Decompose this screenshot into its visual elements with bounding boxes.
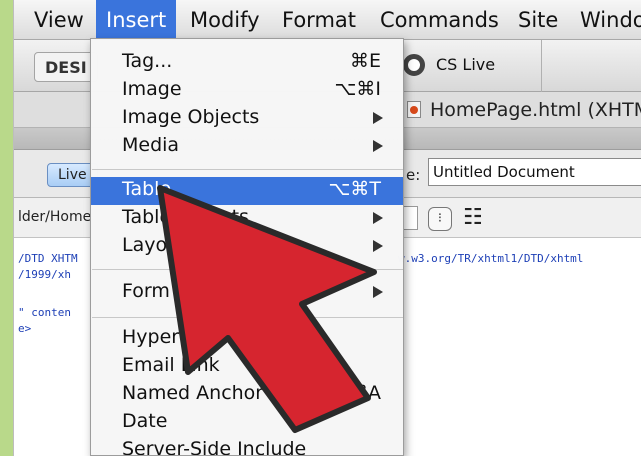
menu-item-label: Tag... xyxy=(122,50,173,72)
menu-window[interactable]: Windo xyxy=(570,0,641,40)
menu-insert[interactable]: Insert xyxy=(96,0,177,40)
menu-commands[interactable]: Commands xyxy=(370,0,509,40)
view-options-icon[interactable]: ☷ xyxy=(463,204,483,232)
menu-format[interactable]: Format xyxy=(272,0,366,40)
menu-item-label: Server-Side Include xyxy=(122,438,307,456)
menu-item-label: Email Link xyxy=(122,354,220,376)
code-line: /DTD XHTM xyxy=(18,252,78,265)
menu-item-layout-objects[interactable]: Layout Objects xyxy=(91,233,403,261)
menu-item-shortcut: ⌥⌘A xyxy=(327,382,381,404)
insert-menu-dropdown: Tag... ⌘E Image ⌥⌘I Image Objects Media … xyxy=(90,38,404,456)
menu-item-named-anchor[interactable]: Named Anchor ⌥⌘A xyxy=(91,381,403,409)
menu-item-label: Hyperlink xyxy=(122,326,213,348)
menu-item-form[interactable]: Form xyxy=(91,279,403,307)
menu-view[interactable]: View xyxy=(24,0,94,40)
menu-site[interactable]: Site xyxy=(508,0,568,40)
menu-item-label: Layout Objects xyxy=(122,234,265,256)
menu-separator xyxy=(92,317,403,318)
menu-item-email-link[interactable]: Email Link xyxy=(91,353,403,381)
document-tab[interactable]: HomePage.html (XHTM xyxy=(430,99,641,121)
window-edge xyxy=(0,0,13,456)
menu-item-shortcut: ⌥⌘T xyxy=(328,178,381,200)
submenu-arrow-icon xyxy=(373,140,383,152)
code-line: w.w3.org/TR/xhtml1/DTD/xhtml xyxy=(398,252,584,265)
submenu-arrow-icon xyxy=(373,240,383,252)
submenu-arrow-icon xyxy=(373,286,383,298)
menu-item-label: Table xyxy=(122,178,172,200)
submenu-arrow-icon xyxy=(373,212,383,224)
menu-item-date[interactable]: Date xyxy=(91,409,403,437)
address-field[interactable] xyxy=(404,206,418,230)
menu-item-hyperlink[interactable]: Hyperlink xyxy=(91,325,403,353)
menu-item-label: Form xyxy=(122,280,170,302)
address-path[interactable]: lder/Home xyxy=(18,209,91,225)
menu-item-image-objects[interactable]: Image Objects xyxy=(91,105,403,133)
menu-item-shortcut: ⌘E xyxy=(349,50,381,72)
cs-live-label[interactable]: CS Live xyxy=(436,55,495,74)
toolbar-divider xyxy=(541,40,542,92)
menu-item-table-objects[interactable]: Table Objects xyxy=(91,205,403,233)
menu-modify[interactable]: Modify xyxy=(180,0,270,40)
menu-item-label: Date xyxy=(122,410,168,432)
code-line: " conten xyxy=(18,306,71,319)
menu-bar: View Insert Modify Format Commands Site … xyxy=(14,0,641,40)
menu-item-table[interactable]: Table ⌥⌘T xyxy=(91,177,403,205)
submenu-arrow-icon xyxy=(373,112,383,124)
menu-item-tag[interactable]: Tag... ⌘E xyxy=(91,49,403,77)
menu-item-media[interactable]: Media xyxy=(91,133,403,161)
title-label: e: xyxy=(406,166,421,184)
code-line: e> xyxy=(18,322,32,335)
menu-item-server-side-include[interactable]: Server-Side Include xyxy=(91,437,403,456)
menu-item-shortcut: ⌥⌘I xyxy=(334,78,382,100)
menu-item-label: Image xyxy=(122,78,182,100)
document-title-input[interactable] xyxy=(428,158,641,186)
menu-item-label: Named Anchor xyxy=(122,382,264,404)
menu-separator xyxy=(92,169,403,170)
options-icon[interactable]: ⁝ xyxy=(428,207,452,231)
menu-item-label: Table Objects xyxy=(122,206,249,228)
html-file-icon xyxy=(407,101,421,118)
menu-separator xyxy=(92,269,403,270)
menu-item-label: Media xyxy=(122,134,180,156)
cs-live-icon[interactable] xyxy=(403,54,425,76)
design-workspace-button[interactable]: DESI xyxy=(34,52,98,82)
menu-item-image[interactable]: Image ⌥⌘I xyxy=(91,77,403,105)
code-line: /1999/xh xyxy=(18,268,71,281)
menu-item-label: Image Objects xyxy=(122,106,260,128)
